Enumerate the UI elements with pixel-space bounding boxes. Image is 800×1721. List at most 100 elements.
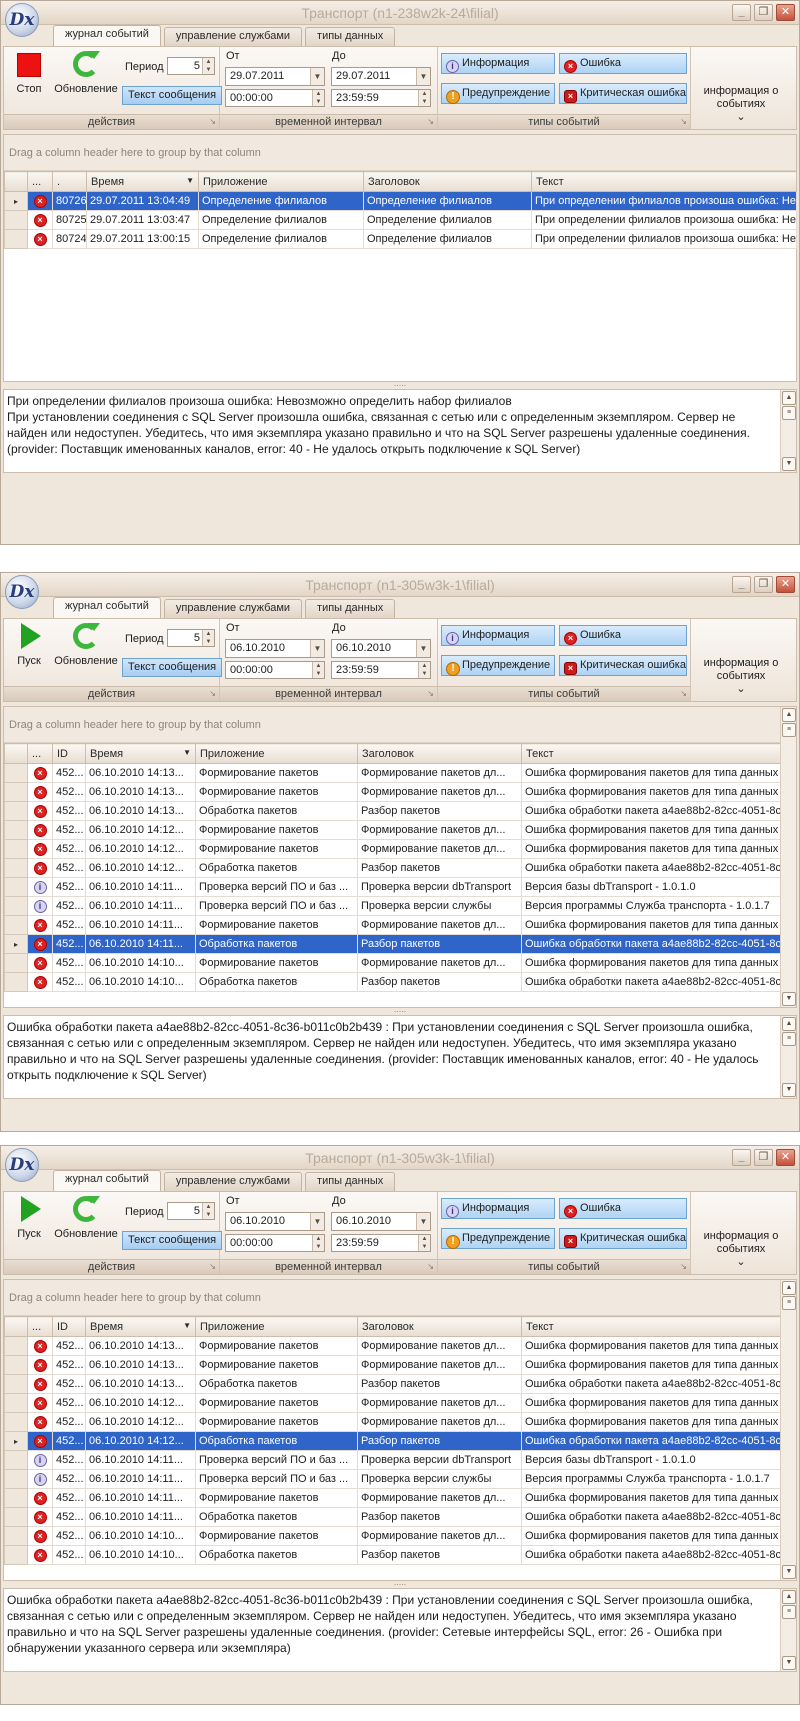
run-stop-button[interactable]: Пуск: [9, 623, 49, 667]
refresh-button[interactable]: Обновление: [54, 1196, 118, 1240]
table-row[interactable]: i 452... 06.10.2010 14:11... Проверка ве…: [4, 1469, 782, 1489]
row-indicator[interactable]: [4, 1450, 28, 1470]
spinner-arrows-icon[interactable]: ▲ ▼: [312, 662, 324, 678]
period-spinner[interactable]: 5 ▲ ▼: [167, 1202, 215, 1220]
tab-service-management[interactable]: управление службами: [163, 599, 303, 618]
row-indicator[interactable]: [4, 1336, 28, 1356]
title-bar[interactable]: Транспорт (n1-305w3k-1\filial) _ ❐ ✕: [1, 1146, 799, 1170]
app-logo-icon[interactable]: Dx: [5, 3, 39, 37]
row-indicator[interactable]: [4, 877, 28, 897]
minimize-button[interactable]: _: [732, 576, 751, 593]
row-indicator[interactable]: [4, 1374, 28, 1394]
col-options-header[interactable]: ...: [27, 171, 53, 192]
col-app-header[interactable]: Приложение: [195, 743, 358, 764]
col-time-header[interactable]: Время ▼: [85, 743, 196, 764]
refresh-button[interactable]: Обновление: [54, 623, 118, 667]
filter-warning-button[interactable]: ! Предупреждение: [441, 83, 555, 104]
col-app-header[interactable]: Приложение: [198, 171, 364, 192]
row-indicator[interactable]: [4, 210, 28, 230]
table-row[interactable]: ▸ × 452... 06.10.2010 14:11... Обработка…: [4, 934, 782, 954]
to-date-picker[interactable]: 06.10.2010 ▼: [331, 639, 431, 658]
spinner-arrows-icon[interactable]: ▲ ▼: [418, 662, 430, 678]
chevron-down-icon[interactable]: ▼: [310, 640, 324, 657]
col-options-header[interactable]: ...: [27, 1316, 53, 1337]
detail-scrollbar[interactable]: ▲ ≡ ▼: [780, 390, 796, 472]
spinner-arrows-icon[interactable]: ▲ ▼: [312, 90, 324, 106]
spinner-arrows-icon[interactable]: ▲ ▼: [202, 58, 214, 74]
minimize-button[interactable]: _: [732, 4, 751, 21]
col-text-header[interactable]: Текст: [531, 171, 797, 192]
chevron-down-icon[interactable]: ▼: [310, 1213, 324, 1230]
col-app-header[interactable]: Приложение: [195, 1316, 358, 1337]
col-title-header[interactable]: Заголовок: [357, 1316, 522, 1337]
row-indicator[interactable]: [4, 839, 28, 859]
chevron-down-icon[interactable]: ▼: [416, 68, 430, 85]
filter-info-button[interactable]: i Информация: [441, 53, 555, 74]
col-id-header[interactable]: .: [52, 171, 87, 192]
scroll-down-icon[interactable]: ▼: [782, 1565, 796, 1579]
close-button[interactable]: ✕: [776, 4, 795, 21]
table-row[interactable]: × 452... 06.10.2010 14:13... Формировани…: [4, 763, 782, 783]
table-row[interactable]: i 452... 06.10.2010 14:11... Проверка ве…: [4, 877, 782, 897]
to-time-spinner[interactable]: 23:59:59 ▲ ▼: [331, 661, 431, 679]
run-stop-button[interactable]: Пуск: [9, 1196, 49, 1240]
detail-scrollbar[interactable]: ▲ ≡ ▼: [780, 1016, 796, 1098]
row-indicator[interactable]: [4, 1412, 28, 1432]
event-detail-text[interactable]: Ошибка обработки пакета a4ae88b2-82cc-40…: [3, 1588, 797, 1672]
to-time-spinner[interactable]: 23:59:59 ▲ ▼: [331, 89, 431, 107]
col-title-header[interactable]: Заголовок: [357, 743, 522, 764]
chevron-down-icon[interactable]: ▼: [310, 68, 324, 85]
message-text-button[interactable]: Текст сообщения: [122, 86, 223, 105]
table-row[interactable]: × 452... 06.10.2010 14:12... Формировани…: [4, 1412, 782, 1432]
col-title-header[interactable]: Заголовок: [363, 171, 532, 192]
row-indicator[interactable]: ▸: [4, 934, 28, 954]
row-indicator[interactable]: [4, 1507, 28, 1527]
dialog-launcher-icon[interactable]: ↘: [680, 687, 687, 701]
table-row[interactable]: × 80724 29.07.2011 13:00:15 Определение …: [4, 229, 797, 249]
dialog-launcher-icon[interactable]: ↘: [209, 115, 216, 129]
tab-event-log[interactable]: журнал событий: [53, 1170, 161, 1191]
filter-critical-button[interactable]: × Критическая ошибка: [559, 83, 687, 104]
spinner-arrows-icon[interactable]: ▲ ▼: [202, 1203, 214, 1219]
maximize-button[interactable]: ❐: [754, 1149, 773, 1166]
dialog-launcher-icon[interactable]: ↘: [209, 1260, 216, 1274]
to-date-picker[interactable]: 06.10.2010 ▼: [331, 1212, 431, 1231]
scroll-up-icon[interactable]: ▲: [782, 1590, 796, 1604]
event-info-button[interactable]: информация о событиях ⌄: [691, 47, 791, 129]
detail-scrollbar[interactable]: ▲ ≡ ▼: [780, 1589, 796, 1671]
close-button[interactable]: ✕: [776, 576, 795, 593]
from-date-picker[interactable]: 29.07.2011 ▼: [225, 67, 325, 86]
table-row[interactable]: × 80725 29.07.2011 13:03:47 Определение …: [4, 210, 797, 230]
close-button[interactable]: ✕: [776, 1149, 795, 1166]
message-text-button[interactable]: Текст сообщения: [122, 658, 223, 677]
table-row[interactable]: × 452... 06.10.2010 14:10... Формировани…: [4, 953, 782, 973]
tab-event-log[interactable]: журнал событий: [53, 25, 161, 46]
refresh-button[interactable]: Обновление: [54, 51, 118, 95]
table-row[interactable]: × 452... 06.10.2010 14:10... Формировани…: [4, 1526, 782, 1546]
table-row[interactable]: × 452... 06.10.2010 14:12... Формировани…: [4, 1393, 782, 1413]
row-indicator[interactable]: [4, 858, 28, 878]
table-row[interactable]: × 452... 06.10.2010 14:11... Формировани…: [4, 1488, 782, 1508]
spinner-arrows-icon[interactable]: ▲ ▼: [418, 1235, 430, 1251]
from-date-picker[interactable]: 06.10.2010 ▼: [225, 1212, 325, 1231]
filter-critical-button[interactable]: × Критическая ошибка: [559, 655, 687, 676]
maximize-button[interactable]: ❐: [754, 576, 773, 593]
row-indicator[interactable]: ▸: [4, 1431, 28, 1451]
period-spinner[interactable]: 5 ▲ ▼: [167, 629, 215, 647]
splitter-handle[interactable]: .....: [1, 379, 799, 389]
table-row[interactable]: × 452... 06.10.2010 14:12... Обработка п…: [4, 858, 782, 878]
grid-scrollbar[interactable]: ▲ ≡ ▼: [780, 707, 796, 1007]
scroll-up-icon[interactable]: ▲: [782, 1281, 796, 1295]
row-indicator[interactable]: [4, 1488, 28, 1508]
row-indicator[interactable]: [4, 1469, 28, 1489]
app-logo-icon[interactable]: Dx: [5, 1148, 39, 1182]
period-spinner[interactable]: 5 ▲ ▼: [167, 57, 215, 75]
dialog-launcher-icon[interactable]: ↘: [680, 1260, 687, 1274]
col-time-header[interactable]: Время ▼: [86, 171, 199, 192]
message-text-button[interactable]: Текст сообщения: [122, 1231, 223, 1250]
app-logo-icon[interactable]: Dx: [5, 575, 39, 609]
table-row[interactable]: × 452... 06.10.2010 14:13... Формировани…: [4, 1355, 782, 1375]
row-indicator[interactable]: [4, 229, 28, 249]
title-bar[interactable]: Транспорт (n1-305w3k-1\filial) _ ❐ ✕: [1, 573, 799, 597]
group-by-panel[interactable]: Drag a column header here to group by th…: [4, 1280, 796, 1316]
